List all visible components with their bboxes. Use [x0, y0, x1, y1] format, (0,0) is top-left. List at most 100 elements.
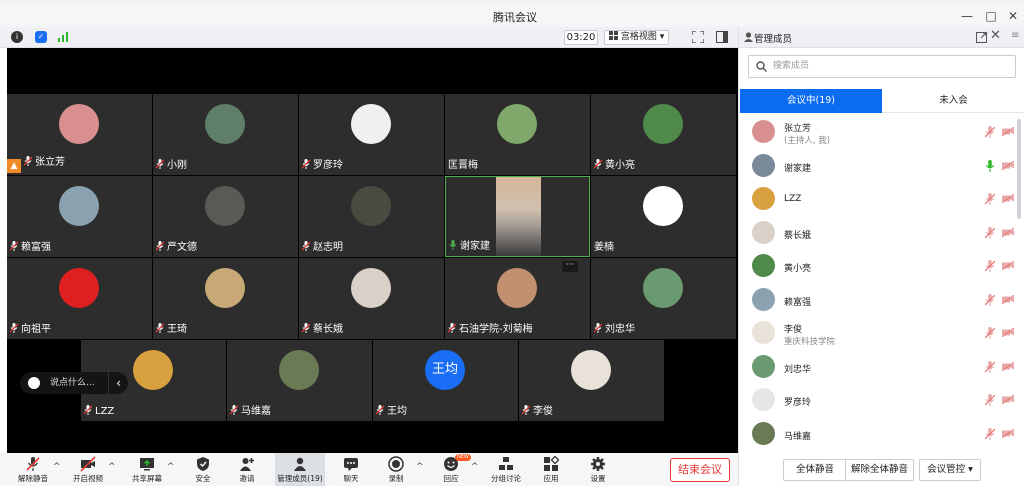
chevron-up-icon[interactable]: ^ [108, 462, 116, 472]
mute-all-button[interactable]: 全体静音 [783, 459, 847, 481]
mic-muted-icon [156, 159, 167, 171]
info-icon[interactable]: i [11, 31, 23, 43]
video-tile[interactable]: 刘忠华 [591, 258, 736, 339]
toolbar-button[interactable]: 邀请 [224, 453, 270, 486]
end-meeting-button[interactable]: 结束会议 [670, 458, 730, 482]
fullscreen-icon[interactable] [691, 30, 705, 44]
person-icon [744, 32, 753, 42]
video-tile[interactable]: ··· 石油学院-刘菊梅 [445, 258, 590, 339]
shield-icon[interactable]: ✓ [35, 31, 47, 43]
mic-muted-icon[interactable] [984, 126, 996, 138]
toolbar-button[interactable]: 录制 [373, 453, 419, 486]
signal-icon[interactable] [58, 32, 70, 42]
video-off-icon[interactable] [1001, 126, 1015, 137]
video-tile[interactable]: 王琦 [153, 258, 298, 339]
toolbar-button[interactable]: 回应 NEW [428, 453, 474, 486]
mic-muted-icon[interactable] [984, 226, 996, 239]
video-off-icon[interactable] [1001, 428, 1015, 438]
member-row[interactable]: 赖富强 [739, 283, 1024, 316]
member-list-scrollbar[interactable] [1017, 119, 1021, 219]
video-tile[interactable]: 姜楠 [591, 176, 736, 257]
video-off-icon[interactable] [1001, 260, 1015, 271]
participant-name-text: 罗彦玲 [313, 160, 343, 171]
avatar [752, 287, 775, 311]
video-tile[interactable]: 李俊 [519, 340, 664, 421]
maximize-button[interactable]: □ [982, 7, 1000, 25]
chat-placeholder: 说点什么... [50, 378, 95, 388]
participant-name-text: 姜楠 [594, 242, 614, 253]
video-tile[interactable]: 王均 王均 [373, 340, 518, 421]
video-tile[interactable]: 马维嘉 [227, 340, 372, 421]
video-tile[interactable]: 罗彦玲 [299, 94, 444, 175]
tile-more-icon[interactable]: ··· [562, 261, 578, 272]
toolbar-button[interactable]: 解除静音 [10, 453, 56, 486]
popout-icon[interactable] [976, 32, 987, 43]
member-row[interactable]: 李俊 重庆科技学院 [739, 316, 1024, 349]
meeting-control-button[interactable]: 会议管控 ▾ [919, 459, 981, 481]
video-tile[interactable]: 蔡长娥 [299, 258, 444, 339]
member-row[interactable]: 黄小亮 [739, 249, 1024, 282]
new-badge: NEW [455, 454, 471, 461]
member-row[interactable]: 张立芳 (主持人, 我) [739, 115, 1024, 148]
shield-icon [180, 456, 226, 472]
member-row[interactable]: 蔡长娥 [739, 216, 1024, 249]
minimize-button[interactable]: — [958, 7, 976, 25]
chevron-up-icon[interactable]: ^ [53, 462, 61, 472]
unmute-all-button[interactable]: 解除全体静音 [845, 459, 914, 481]
video-off-icon[interactable] [1001, 294, 1015, 304]
member-row[interactable]: 马维嘉 [739, 417, 1024, 450]
video-tile[interactable]: 小刚 [153, 94, 298, 175]
mic-muted-icon[interactable] [984, 293, 996, 306]
close-panel-icon[interactable]: ✕ [990, 28, 1001, 43]
chat-collapse-icon[interactable]: ‹ [108, 372, 128, 394]
chevron-up-icon[interactable]: ^ [416, 462, 424, 472]
video-tile[interactable]: 赖富强 [7, 176, 152, 257]
menu-icon[interactable]: ≡ [1011, 30, 1019, 41]
mic-muted-icon [302, 323, 313, 335]
toolbar-button[interactable]: 聊天 [328, 453, 374, 486]
mic-muted-icon[interactable] [984, 327, 996, 339]
video-off-icon[interactable] [1001, 227, 1015, 237]
mic-muted-icon[interactable] [984, 193, 996, 205]
toolbar-button[interactable]: 共享屏幕 [124, 453, 170, 486]
video-off-icon[interactable] [1001, 327, 1015, 338]
video-tile[interactable]: 谢家建 [445, 176, 590, 257]
video-off-icon[interactable] [1001, 394, 1015, 405]
member-row[interactable]: LZZ [739, 182, 1024, 215]
mic-muted-icon[interactable] [984, 427, 996, 440]
toolbar-button[interactable]: 应用 [528, 453, 574, 486]
member-row[interactable]: 罗彦玲 [739, 383, 1024, 416]
toolbar-button[interactable]: 分组讨论 [483, 453, 529, 486]
toolbar-button[interactable]: 设置 [575, 453, 621, 486]
video-tile[interactable]: 黄小亮 [591, 94, 736, 175]
mic-active-icon[interactable] [985, 159, 995, 172]
sidebar-toggle-icon[interactable] [716, 31, 728, 43]
avatar [643, 268, 683, 308]
member-search-input[interactable]: 搜索成员 [748, 55, 1016, 78]
toolbar-button[interactable]: 安全 [180, 453, 226, 486]
emoji-icon[interactable] [28, 377, 40, 389]
chevron-up-icon[interactable]: ^ [167, 462, 175, 472]
tab-in-meeting[interactable]: 会议中(19) [740, 89, 882, 113]
mic-muted-icon[interactable] [984, 394, 996, 406]
mic-muted-icon[interactable] [984, 360, 996, 373]
video-off-icon[interactable] [1001, 193, 1015, 204]
video-off-icon[interactable] [1001, 361, 1015, 371]
tab-not-joined[interactable]: 未入会 [882, 89, 1024, 113]
video-tile[interactable]: ▲ 张立芳 [7, 94, 152, 175]
avatar [59, 268, 99, 308]
view-mode-button[interactable]: 宫格视图 ▾ [604, 30, 670, 45]
video-tile[interactable]: 严文德 [153, 176, 298, 257]
chevron-up-icon[interactable]: ^ [471, 462, 479, 472]
toolbar-button[interactable]: 管理成员(19) [275, 453, 325, 486]
video-tile[interactable]: 向祖平 [7, 258, 152, 339]
video-off-icon[interactable] [1001, 160, 1015, 170]
close-button[interactable]: ✕ [1004, 7, 1022, 25]
member-row[interactable]: 刘忠华 [739, 350, 1024, 383]
mic-muted-icon[interactable] [984, 260, 996, 272]
member-row[interactable]: 谢家建 [739, 149, 1024, 182]
video-tile[interactable]: 赵志明 [299, 176, 444, 257]
chat-input-bubble[interactable]: 说点什么... ‹ [20, 372, 128, 394]
toolbar-button[interactable]: 开启视频 [65, 453, 111, 486]
video-tile[interactable]: 匡晋梅 [445, 94, 590, 175]
